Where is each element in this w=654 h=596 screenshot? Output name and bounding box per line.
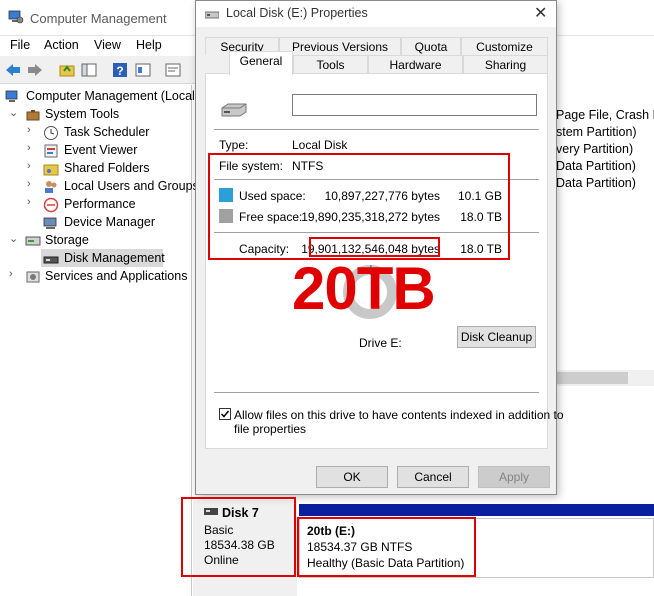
tree-item-performance[interactable]: › Performance xyxy=(27,196,197,214)
tree-item-local-users[interactable]: › Local Users and Groups xyxy=(27,178,199,196)
console-icon[interactable] xyxy=(164,61,182,79)
tab-previous-versions[interactable]: Previous Versions xyxy=(279,37,401,55)
tree-item-storage[interactable]: ⌄ Storage xyxy=(9,232,189,250)
tree-label-root: Computer Management (Local xyxy=(26,89,195,103)
forward-arrow-icon[interactable] xyxy=(26,61,44,79)
volume-layout-cell[interactable]: very Partition) xyxy=(556,142,633,156)
chevron-right-icon[interactable]: › xyxy=(9,268,13,280)
chevron-down-icon[interactable]: ⌄ xyxy=(9,106,18,119)
chevron-right-icon[interactable]: › xyxy=(27,178,31,190)
tab-hardware[interactable]: Hardware xyxy=(368,55,463,73)
horizontal-scrollbar[interactable] xyxy=(556,370,654,386)
tab-tools[interactable]: Tools xyxy=(293,55,368,73)
tree-label-event-viewer: Event Viewer xyxy=(64,143,138,157)
volume-label-input[interactable] xyxy=(292,94,537,116)
chevron-right-icon[interactable]: › xyxy=(27,160,31,172)
clock-icon xyxy=(44,126,58,140)
tab-sharing[interactable]: Sharing xyxy=(463,55,548,73)
cm-toolbar: ? xyxy=(0,56,200,84)
tree-label-services: Services and Applications xyxy=(45,269,188,283)
back-arrow-icon[interactable] xyxy=(4,61,22,79)
index-checkbox[interactable] xyxy=(219,408,231,420)
close-icon[interactable]: ✕ xyxy=(534,3,547,23)
volume-layout-cell[interactable]: Data Partition) xyxy=(556,159,636,173)
dialog-titlebar[interactable]: Local Disk (E:) Properties ✕ xyxy=(196,1,556,27)
tree-item-system-tools[interactable]: ⌄ System Tools xyxy=(9,106,189,124)
checkmark-icon xyxy=(220,410,230,418)
shared-folder-icon xyxy=(43,164,59,176)
up-folder-icon[interactable] xyxy=(58,61,76,79)
menu-view[interactable]: View xyxy=(94,38,121,52)
dialog-title: Local Disk (E:) Properties xyxy=(226,6,368,20)
cm-menubar: File Action View Help xyxy=(0,36,200,56)
volume-layout-cell[interactable]: Data Partition) xyxy=(556,176,636,190)
type-value: Local Disk xyxy=(292,138,348,152)
annotation-box-disk-info xyxy=(181,497,296,577)
volume-layout-cell[interactable]: Page File, Crash D xyxy=(556,108,654,122)
tab-customize[interactable]: Customize xyxy=(461,37,548,55)
tree-item-root[interactable]: Computer Management (Local xyxy=(5,88,195,106)
performance-icon xyxy=(43,197,59,213)
index-label-line2: file properties xyxy=(234,422,307,436)
tree-item-shared-folders[interactable]: › Shared Folders xyxy=(27,160,197,178)
cm-tree-pane: Computer Management (Local ⌄ System Tool… xyxy=(0,85,199,596)
tree-item-disk-management[interactable]: Disk Management xyxy=(43,250,193,268)
tree-item-task-scheduler[interactable]: › Task Scheduler xyxy=(27,124,197,142)
event-viewer-icon xyxy=(44,144,58,158)
disk-management-icon xyxy=(43,256,59,264)
menu-help[interactable]: Help xyxy=(136,38,162,52)
scrollbar-thumb[interactable] xyxy=(556,372,628,384)
show-hide-tree-icon[interactable] xyxy=(80,61,98,79)
divider xyxy=(214,392,539,393)
drive-icon xyxy=(205,11,219,19)
menu-action[interactable]: Action xyxy=(44,38,79,52)
annotation-box-partition xyxy=(297,517,476,577)
local-disk-icon xyxy=(221,103,247,117)
storage-icon xyxy=(25,236,41,246)
ok-button[interactable]: OK xyxy=(316,466,388,488)
help-icon[interactable]: ? xyxy=(111,61,129,79)
tree-label-shared-folders: Shared Folders xyxy=(64,161,150,175)
services-icon xyxy=(26,271,40,283)
system-tools-icon xyxy=(26,110,40,121)
tree-item-device-manager[interactable]: Device Manager xyxy=(43,214,193,232)
device-manager-icon xyxy=(43,217,57,229)
drive-label: Drive E: xyxy=(359,336,402,350)
svg-text:?: ? xyxy=(116,64,123,78)
properties-icon[interactable] xyxy=(134,61,152,79)
tree-label-local-users: Local Users and Groups xyxy=(64,179,199,193)
tab-general[interactable]: General xyxy=(229,51,293,75)
chevron-right-icon[interactable]: › xyxy=(27,196,31,208)
partition-header-bar xyxy=(299,504,654,516)
tree-label-task-scheduler: Task Scheduler xyxy=(64,125,150,139)
tree-label-system-tools: System Tools xyxy=(45,107,120,121)
annotation-20tb-text: 20TB xyxy=(292,255,436,322)
volume-layout-cell[interactable]: stem Partition) xyxy=(556,125,637,139)
cancel-button[interactable]: Cancel xyxy=(397,466,469,488)
tree-label-device-manager: Device Manager xyxy=(64,215,156,229)
tab-quota[interactable]: Quota xyxy=(401,37,461,55)
cm-title: Computer Management xyxy=(30,11,167,26)
chevron-right-icon[interactable]: › xyxy=(27,142,31,154)
chevron-down-icon[interactable]: ⌄ xyxy=(9,232,18,245)
type-label: Type: xyxy=(219,138,249,152)
tree-label-disk-management: Disk Management xyxy=(64,251,165,265)
index-label-line1: Allow files on this drive to have conten… xyxy=(234,408,564,422)
tree-label-performance: Performance xyxy=(64,197,136,211)
tree-item-event-viewer[interactable]: › Event Viewer xyxy=(27,142,197,160)
divider xyxy=(214,129,539,130)
tree-item-services[interactable]: › Services and Applications xyxy=(9,268,199,286)
users-icon xyxy=(45,181,57,193)
menu-file[interactable]: File xyxy=(10,38,30,52)
chevron-right-icon[interactable]: › xyxy=(27,124,31,136)
tree-label-storage: Storage xyxy=(45,233,89,247)
disk-cleanup-button[interactable]: Disk Cleanup xyxy=(457,326,536,348)
computer-management-icon xyxy=(5,90,18,102)
computer-management-icon xyxy=(8,10,24,24)
cm-volume-list: Page File, Crash D stem Partition) very … xyxy=(556,108,654,388)
apply-button[interactable]: Apply xyxy=(478,466,550,488)
